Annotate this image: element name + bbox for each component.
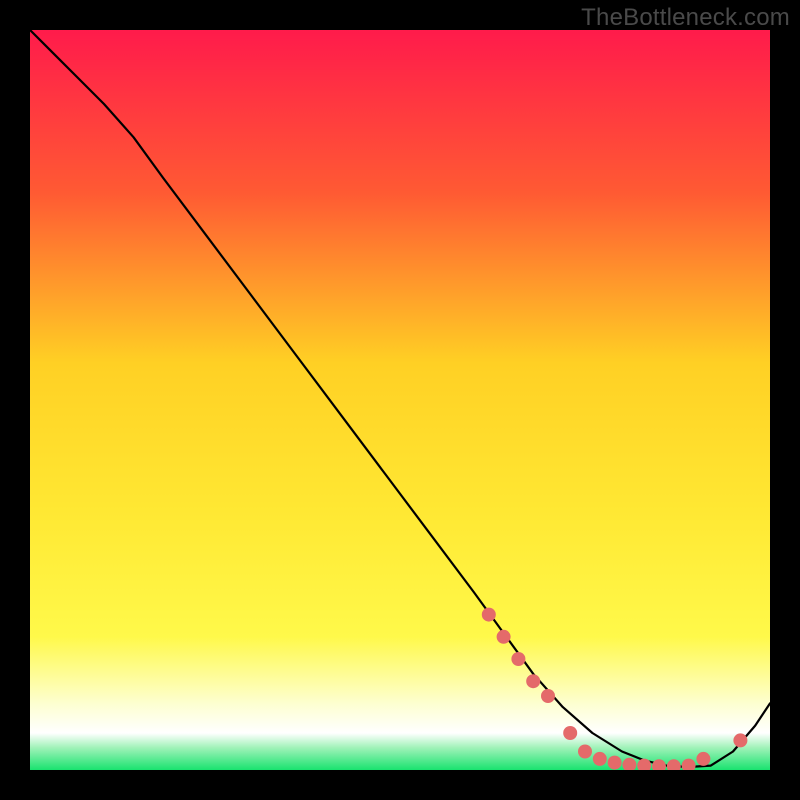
bottleneck-chart [30, 30, 770, 770]
marker-point [511, 652, 525, 666]
gradient-background [30, 30, 770, 770]
marker-point [733, 733, 747, 747]
marker-point [696, 752, 710, 766]
marker-point [578, 745, 592, 759]
marker-point [482, 608, 496, 622]
marker-point [497, 630, 511, 644]
marker-point [593, 752, 607, 766]
marker-point [526, 674, 540, 688]
marker-point [563, 726, 577, 740]
chart-frame: TheBottleneck.com [0, 0, 800, 800]
marker-point [608, 756, 622, 770]
watermark-text: TheBottleneck.com [581, 4, 790, 32]
plot-area [30, 30, 770, 770]
marker-point [541, 689, 555, 703]
